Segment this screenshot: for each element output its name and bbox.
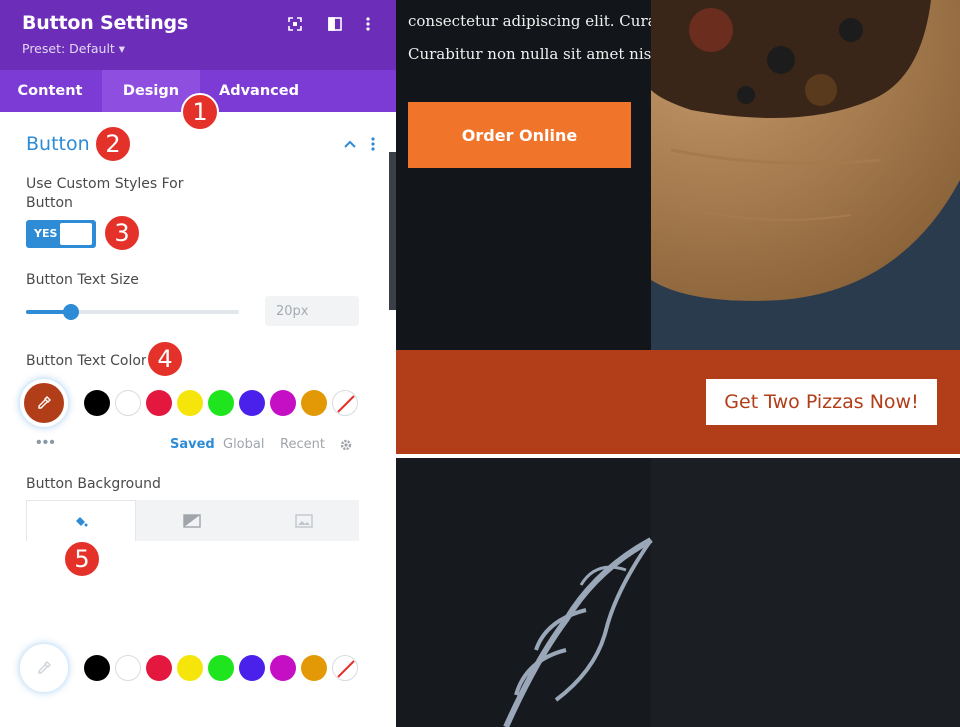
slate-background-right: [651, 458, 960, 727]
swatch-white[interactable]: [115, 390, 141, 416]
panel-title: Button Settings: [22, 12, 189, 34]
more-colors-icon[interactable]: •••: [36, 434, 56, 452]
palette-tab-saved[interactable]: Saved: [170, 437, 215, 452]
more-options-icon[interactable]: [358, 14, 378, 34]
preset-dropdown[interactable]: Preset: Default ▾: [22, 41, 125, 56]
bg-swatch-blue[interactable]: [239, 655, 265, 681]
swatch-blue[interactable]: [239, 390, 265, 416]
leaf-illustration: [503, 537, 653, 727]
body-text-line1: consectetur adipiscing elit. Curab: [408, 12, 651, 30]
body-text-line2: Curabitur non nulla sit amet nisl: [408, 45, 651, 63]
swatch-green[interactable]: [208, 390, 234, 416]
bg-swatch-green[interactable]: [208, 655, 234, 681]
bg-swatch-none[interactable]: [332, 655, 358, 681]
callout-badge-2: 2: [94, 125, 132, 163]
text-size-slider-handle[interactable]: [63, 304, 79, 320]
bg-tab-color[interactable]: [26, 500, 136, 541]
background-label: Button Background: [26, 476, 161, 492]
eyedropper-icon: [38, 661, 51, 674]
swatch-magenta[interactable]: [270, 390, 296, 416]
order-online-button[interactable]: Order Online: [408, 102, 631, 168]
custom-styles-label-line1: Use Custom Styles For: [26, 176, 184, 192]
toggle-knob: [60, 223, 92, 245]
bg-swatch-black[interactable]: [84, 655, 110, 681]
section-title[interactable]: Button: [26, 133, 90, 155]
cta-banner: Get Two Pizzas Now!: [396, 350, 960, 454]
background-type-tabs: [26, 500, 359, 541]
tab-advanced[interactable]: Advanced: [210, 70, 308, 112]
bg-swatch-red[interactable]: [146, 655, 172, 681]
swatch-red[interactable]: [146, 390, 172, 416]
panel-header: Button Settings Preset: Default ▾: [0, 0, 396, 70]
pizza-image: [651, 0, 960, 350]
bg-swatch-white[interactable]: [115, 655, 141, 681]
section-menu-icon[interactable]: [366, 136, 380, 152]
expand-icon[interactable]: [285, 14, 305, 34]
tab-content[interactable]: Content: [0, 70, 100, 112]
bg-tab-gradient[interactable]: [137, 500, 247, 541]
bg-tab-image[interactable]: [248, 500, 359, 541]
bg-swatch-magenta[interactable]: [270, 655, 296, 681]
callout-badge-4: 4: [146, 340, 184, 378]
image-icon: [294, 513, 313, 528]
palette-tab-recent[interactable]: Recent: [280, 437, 325, 452]
bg-swatch-yellow[interactable]: [177, 655, 203, 681]
toggle-state-label: YES: [34, 227, 58, 240]
callout-badge-3: 3: [103, 214, 141, 252]
page-preview: consectetur adipiscing elit. Curab Curab…: [396, 0, 960, 727]
custom-styles-label: Use Custom Styles For Button: [26, 175, 183, 213]
gear-icon[interactable]: [338, 437, 354, 453]
bg-swatch-orange[interactable]: [301, 655, 327, 681]
eyedropper-icon: [38, 396, 51, 409]
paint-bucket-icon: [76, 517, 88, 527]
chevron-up-icon[interactable]: [342, 136, 358, 152]
callout-badge-5: 5: [63, 540, 101, 578]
swatch-black[interactable]: [84, 390, 110, 416]
text-size-label: Button Text Size: [26, 272, 139, 288]
custom-styles-toggle[interactable]: YES: [26, 220, 96, 248]
custom-styles-label-line2: Button: [26, 195, 73, 211]
swatch-orange[interactable]: [301, 390, 327, 416]
background-color-picker[interactable]: [20, 644, 68, 692]
text-size-input[interactable]: [265, 296, 359, 326]
palette-tab-global[interactable]: Global: [223, 437, 264, 452]
get-two-pizzas-button[interactable]: Get Two Pizzas Now!: [706, 379, 937, 425]
text-color-picker[interactable]: [20, 379, 68, 427]
panel-scrollbar[interactable]: [389, 152, 396, 310]
gradient-icon: [183, 513, 201, 528]
callout-badge-1: 1: [181, 93, 219, 131]
text-section: consectetur adipiscing elit. Curab Curab…: [396, 0, 651, 350]
swatch-yellow[interactable]: [177, 390, 203, 416]
swatch-none[interactable]: [332, 390, 358, 416]
sidebar-layout-icon[interactable]: [325, 14, 345, 34]
text-color-label: Button Text Color: [26, 353, 147, 369]
